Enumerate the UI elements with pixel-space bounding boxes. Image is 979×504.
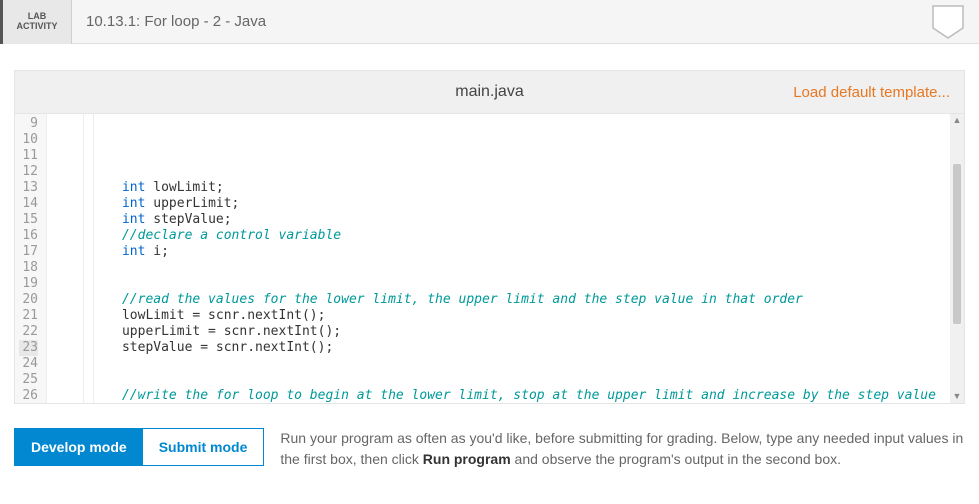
run-program-bold: Run program bbox=[423, 451, 511, 467]
code-line[interactable]: upperLimit = scnr.nextInt(); bbox=[47, 324, 964, 340]
line-number: 10 bbox=[19, 132, 38, 148]
code-line[interactable]: int lowLimit; bbox=[47, 180, 964, 196]
line-number: 23 bbox=[19, 340, 38, 356]
lab-badge-line2: ACTIVITY bbox=[16, 22, 57, 32]
code-line[interactable]: //declare a control variable bbox=[47, 228, 964, 244]
line-number: 22 bbox=[19, 324, 38, 340]
file-name: main.java bbox=[455, 83, 523, 101]
instructions-text: Run your program as often as you'd like,… bbox=[280, 428, 965, 470]
code-line[interactable]: int upperLimit; bbox=[47, 196, 964, 212]
score-shield-icon bbox=[931, 4, 965, 40]
line-number: 9 bbox=[19, 116, 38, 132]
line-number: 12 bbox=[19, 164, 38, 180]
line-number: 11 bbox=[19, 148, 38, 164]
vertical-scrollbar[interactable]: ▲ ▼ bbox=[950, 114, 964, 403]
code-line[interactable] bbox=[47, 356, 964, 372]
load-template-link[interactable]: Load default template... bbox=[793, 84, 950, 101]
bottom-bar: Develop mode Submit mode Run your progra… bbox=[14, 428, 965, 470]
line-number: 19 bbox=[19, 276, 38, 292]
file-header: main.java Load default template... bbox=[14, 70, 965, 114]
line-number: 20 bbox=[19, 292, 38, 308]
submit-mode-button[interactable]: Submit mode bbox=[143, 429, 264, 465]
instructions-post: and observe the program's output in the … bbox=[511, 451, 841, 467]
line-number: 16 bbox=[19, 228, 38, 244]
line-number: 14 bbox=[19, 196, 38, 212]
code-line[interactable]: stepValue = scnr.nextInt(); bbox=[47, 340, 964, 356]
code-area[interactable]: int lowLimit; int upperLimit; int stepVa… bbox=[47, 114, 964, 403]
code-line[interactable]: //read the values for the lower limit, t… bbox=[47, 292, 964, 308]
line-number: 15 bbox=[19, 212, 38, 228]
scroll-up-arrow-icon[interactable]: ▲ bbox=[953, 116, 962, 125]
line-number: 17 bbox=[19, 244, 38, 260]
code-line[interactable]: int stepValue; bbox=[47, 212, 964, 228]
line-number: 24 bbox=[19, 356, 38, 372]
code-line[interactable]: //write the for loop to begin at the low… bbox=[47, 388, 964, 404]
line-number: 13 bbox=[19, 180, 38, 196]
line-number: 18 bbox=[19, 260, 38, 276]
code-line[interactable] bbox=[47, 276, 964, 292]
code-line[interactable]: int i; bbox=[47, 244, 964, 260]
code-editor[interactable]: 91011121314151617181920212223242526 int … bbox=[14, 114, 965, 404]
code-line[interactable]: lowLimit = scnr.nextInt(); bbox=[47, 308, 964, 324]
line-number: 25 bbox=[19, 372, 38, 388]
develop-mode-button[interactable]: Develop mode bbox=[15, 429, 143, 465]
line-number: 26 bbox=[19, 388, 38, 404]
activity-header: LAB ACTIVITY 10.13.1: For loop - 2 - Jav… bbox=[0, 0, 979, 44]
activity-title: 10.13.1: For loop - 2 - Java bbox=[72, 13, 266, 30]
line-number: 21 bbox=[19, 308, 38, 324]
lab-badge: LAB ACTIVITY bbox=[0, 0, 72, 44]
mode-toggle: Develop mode Submit mode bbox=[14, 428, 264, 466]
scrollbar-thumb[interactable] bbox=[953, 164, 961, 324]
code-line[interactable] bbox=[47, 260, 964, 276]
code-line[interactable] bbox=[47, 372, 964, 388]
scroll-down-arrow-icon[interactable]: ▼ bbox=[953, 392, 962, 401]
line-gutter: 91011121314151617181920212223242526 bbox=[15, 114, 47, 403]
